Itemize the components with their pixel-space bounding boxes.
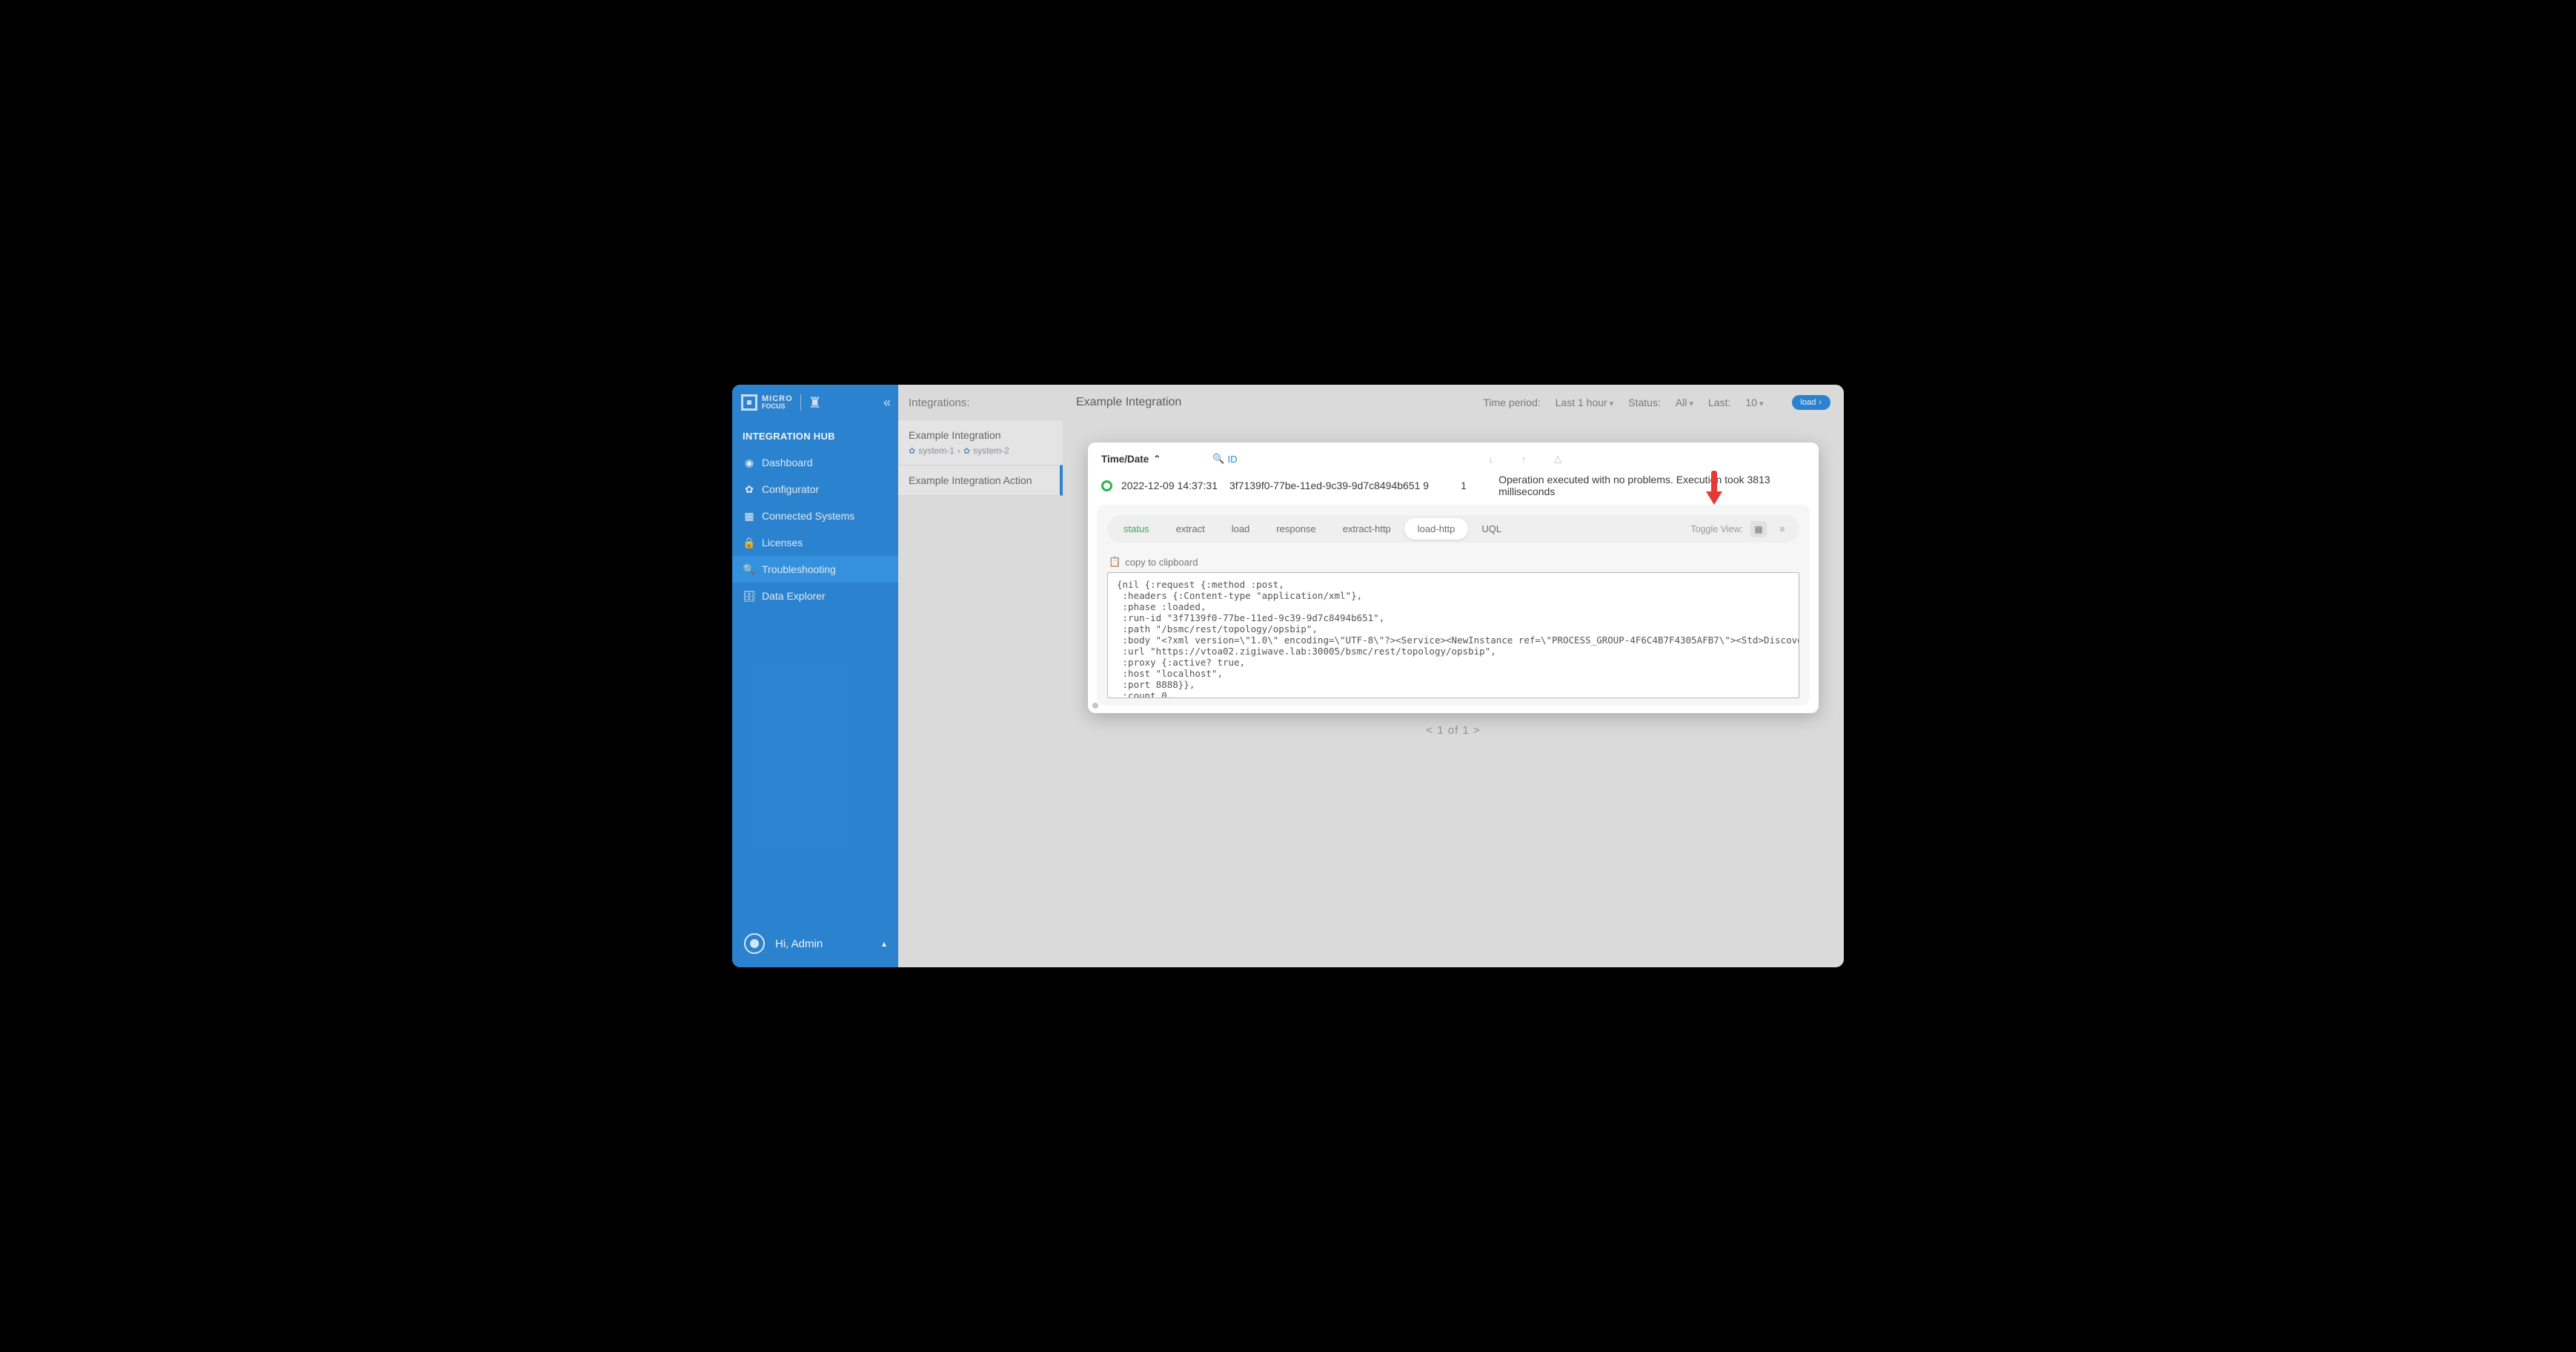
status-label: Status:	[1628, 397, 1661, 408]
tab-extract-http[interactable]: extract-http	[1330, 518, 1404, 540]
tab-uql[interactable]: UQL	[1468, 518, 1515, 540]
nav-label: Connected Systems	[762, 510, 854, 522]
divider	[800, 394, 801, 411]
pager[interactable]: < 1 of 1 >	[1063, 724, 1844, 737]
view-list-icon[interactable]: ≡	[1774, 521, 1790, 537]
arrow-right-icon: ›	[957, 445, 960, 456]
main-area: Example Integration Time period: Last 1 …	[1063, 385, 1844, 967]
view-grid-icon[interactable]: ▦	[1750, 521, 1767, 537]
row-message: Operation executed with no problems. Exe…	[1498, 474, 1805, 497]
row-count: 1	[1438, 480, 1490, 491]
integrations-column: Integrations: Example Integration ✿ syst…	[898, 385, 1063, 967]
nav-data-explorer[interactable]: 🗄 Data Explorer	[732, 583, 898, 609]
integrations-header: Integrations:	[898, 385, 1063, 420]
toggle-view: Toggle View: ▦ ≡	[1690, 521, 1796, 537]
product-icon: ♜	[809, 394, 822, 412]
col-time-label: Time/Date	[1101, 454, 1149, 465]
copy-label: copy to clipboard	[1125, 557, 1198, 568]
col-id-label: ID	[1228, 454, 1238, 465]
sidebar-nav: ◉ Dashboard ✿ Configurator ▦ Connected Syst…	[732, 449, 898, 609]
tab-status[interactable]: status	[1110, 518, 1163, 540]
gear-icon: ✿	[963, 446, 970, 456]
brand-logo: MICROFOCUS	[741, 394, 793, 411]
nodes-icon: ▦	[743, 510, 756, 523]
nav-configurator[interactable]: ✿ Configurator	[732, 476, 898, 503]
brand-name: MICROFOCUS	[762, 395, 793, 410]
system-b: system-2	[973, 445, 1009, 456]
logo-icon	[741, 394, 757, 411]
lock-icon: 🔒	[743, 537, 756, 549]
nav-label: Licenses	[762, 537, 803, 549]
time-period-label: Time period:	[1483, 397, 1540, 408]
nav-dashboard[interactable]: ◉ Dashboard	[732, 449, 898, 476]
results-panel: Time/Date ⌃ 🔍 ID ↓ ↑ △ 2022-12-09 14:37:…	[1088, 443, 1819, 713]
tab-load-http[interactable]: load-http	[1404, 518, 1469, 540]
copy-to-clipboard[interactable]: 📋 copy to clipboard	[1109, 556, 1799, 568]
results-header: Time/Date ⌃ 🔍 ID ↓ ↑ △	[1088, 443, 1819, 469]
integration-card[interactable]: Example Integration ✿ system-1 › ✿ syste…	[898, 420, 1063, 465]
gear-icon: ✿	[743, 483, 756, 496]
payload-textarea[interactable]: {nil {:request {:method :post, :headers …	[1107, 572, 1799, 698]
warning-icon[interactable]: △	[1544, 453, 1572, 465]
nav-licenses[interactable]: 🔒 Licenses	[732, 529, 898, 556]
gear-icon: ✿	[909, 446, 915, 456]
gauge-icon: ◉	[743, 457, 756, 469]
integration-name: Example Integration	[909, 429, 1052, 441]
sort-down-icon[interactable]: ↓	[1478, 454, 1504, 465]
last-dropdown[interactable]: 10	[1745, 397, 1763, 408]
caret-up-icon: ⌃	[1153, 454, 1161, 464]
system-a: system-1	[918, 445, 955, 456]
time-period-dropdown[interactable]: Last 1 hour	[1556, 397, 1614, 408]
search-icon: 🔍	[743, 563, 756, 576]
nav-connected-systems[interactable]: ▦ Connected Systems	[732, 503, 898, 529]
row-run-id: 3f7139f0-77be-11ed-9c39-9d7c8494b651 9	[1229, 480, 1429, 491]
tab-extract[interactable]: extract	[1163, 518, 1218, 540]
page-title: Example Integration	[1076, 396, 1181, 409]
id-search[interactable]: 🔍 ID	[1212, 453, 1237, 465]
avatar-icon	[744, 933, 765, 954]
nav-label: Data Explorer	[762, 590, 826, 602]
toggle-view-label: Toggle View:	[1690, 524, 1743, 534]
row-datetime: 2022-12-09 14:37:31	[1121, 480, 1218, 491]
col-time-date[interactable]: Time/Date ⌃	[1101, 454, 1161, 465]
sidebar: MICROFOCUS ♜ « INTEGRATION HUB ◉ Dashboar…	[732, 385, 898, 967]
detail-tabs-wrap: status extract load response extract-htt…	[1097, 505, 1810, 706]
load-button-label: load	[1801, 398, 1816, 407]
sidebar-top: MICROFOCUS ♜ «	[732, 385, 898, 420]
sidebar-section-title: INTEGRATION HUB	[732, 420, 898, 449]
detail-tabs: status extract load response extract-htt…	[1107, 515, 1799, 543]
tab-load[interactable]: load	[1218, 518, 1264, 540]
caret-up-icon: ▴	[882, 938, 886, 949]
status-dropdown[interactable]: All	[1676, 397, 1693, 408]
sidebar-footer[interactable]: Hi, Admin ▴	[732, 920, 898, 967]
payload-text: {nil {:request {:method :post, :headers …	[1117, 579, 1799, 698]
topbar: Example Integration Time period: Last 1 …	[1063, 385, 1844, 420]
integration-systems: ✿ system-1 › ✿ system-2	[909, 445, 1052, 456]
result-row[interactable]: 2022-12-09 14:37:31 3f7139f0-77be-11ed-9…	[1088, 469, 1819, 505]
copy-icon: 📋	[1109, 556, 1121, 568]
resize-handle[interactable]	[1092, 703, 1098, 709]
app-frame: MICROFOCUS ♜ « INTEGRATION HUB ◉ Dashboar…	[730, 382, 1846, 970]
status-success-icon	[1101, 480, 1112, 491]
integration-action-label: Example Integration Action	[909, 474, 1032, 486]
chevron-right-icon: ›	[1819, 398, 1822, 407]
nav-label: Dashboard	[762, 457, 813, 468]
last-label: Last:	[1708, 397, 1730, 408]
integration-action-item[interactable]: Example Integration Action	[898, 465, 1063, 496]
tab-response[interactable]: response	[1263, 518, 1329, 540]
pager-text: < 1 of 1 >	[1426, 724, 1480, 737]
nav-label: Configurator	[762, 483, 819, 495]
load-button[interactable]: load›	[1792, 395, 1830, 410]
sort-up-icon[interactable]: ↑	[1511, 454, 1537, 465]
topbar-filters: Time period: Last 1 hour Status: All Las…	[1483, 395, 1830, 410]
search-icon: 🔍	[1212, 453, 1224, 465]
database-icon: 🗄	[743, 590, 756, 603]
user-greeting: Hi, Admin	[775, 938, 823, 950]
nav-troubleshooting[interactable]: 🔍 Troubleshooting	[732, 556, 898, 583]
nav-label: Troubleshooting	[762, 563, 836, 575]
collapse-sidebar-icon[interactable]: «	[883, 395, 891, 411]
